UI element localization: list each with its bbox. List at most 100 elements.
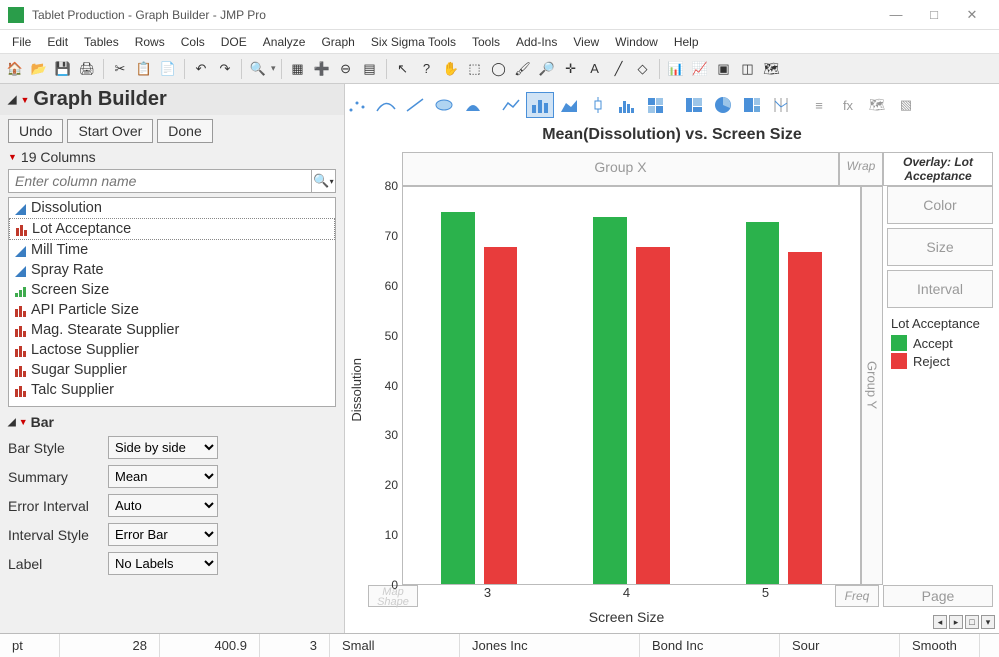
bar[interactable]: [484, 247, 518, 584]
bar-chart-icon[interactable]: [526, 92, 554, 118]
menu-help[interactable]: Help: [666, 32, 707, 52]
summary-select[interactable]: Mean: [108, 465, 218, 488]
collapse-icon[interactable]: ◢: [8, 417, 16, 428]
line-icon[interactable]: ╱: [608, 58, 630, 80]
scroll-left-icon[interactable]: ◂: [933, 615, 947, 629]
excl-icon[interactable]: ⊖: [335, 58, 357, 80]
pie-icon[interactable]: [709, 92, 737, 118]
scroll-box-icon[interactable]: □: [965, 615, 979, 629]
search-icon[interactable]: 🔍▾: [312, 169, 336, 193]
bar[interactable]: [788, 252, 822, 584]
menu-cols[interactable]: Cols: [173, 32, 213, 52]
bar[interactable]: [636, 247, 670, 584]
caption-icon[interactable]: ≡: [805, 92, 833, 118]
freq-zone[interactable]: Freq: [835, 585, 879, 607]
mag-icon[interactable]: 🔎: [536, 58, 558, 80]
text-icon[interactable]: A: [584, 58, 606, 80]
menu-tools[interactable]: Tools: [464, 32, 508, 52]
column-search-input[interactable]: [8, 169, 312, 193]
hand-icon[interactable]: ✋: [440, 58, 462, 80]
y-axis[interactable]: 01020304050607080: [368, 186, 402, 585]
maximize-button[interactable]: □: [915, 1, 953, 29]
interval-zone[interactable]: Interval: [887, 270, 993, 308]
menu-window[interactable]: Window: [607, 32, 666, 52]
scroll-menu-icon[interactable]: ▾: [981, 615, 995, 629]
column-item[interactable]: Dissolution: [9, 198, 335, 218]
error-interval-select[interactable]: Auto: [108, 494, 218, 517]
start-over-button[interactable]: Start Over: [67, 119, 153, 143]
label-select[interactable]: No Labels: [108, 552, 218, 575]
menu-file[interactable]: File: [4, 32, 39, 52]
mvg-icon[interactable]: ▣: [713, 58, 735, 80]
close-button[interactable]: ✕: [953, 1, 991, 29]
table-icon[interactable]: ▦: [287, 58, 309, 80]
x-axis-label[interactable]: Screen Size: [418, 607, 835, 627]
line-chart-icon[interactable]: [497, 92, 525, 118]
select-icon[interactable]: ⬚: [464, 58, 486, 80]
dist-icon[interactable]: 📊: [665, 58, 687, 80]
map-shapes-icon[interactable]: 🗺: [863, 92, 891, 118]
formula-icon[interactable]: fx: [834, 92, 862, 118]
grid-icon[interactable]: ▤: [359, 58, 381, 80]
interval-style-select[interactable]: Error Bar: [108, 523, 218, 546]
wrap-zone[interactable]: Wrap: [839, 152, 883, 186]
open-icon[interactable]: 📂: [28, 58, 50, 80]
overlay-zone[interactable]: Overlay: Lot Acceptance: [883, 152, 993, 186]
redo-icon[interactable]: ↷: [214, 58, 236, 80]
brush-icon[interactable]: 🖌: [512, 58, 534, 80]
menu-tables[interactable]: Tables: [76, 32, 127, 52]
column-list[interactable]: DissolutionLot AcceptanceMill TimeSpray …: [8, 197, 336, 407]
line-fit-icon[interactable]: [401, 92, 429, 118]
gb-icon[interactable]: ◫: [737, 58, 759, 80]
legend-item[interactable]: Accept: [891, 335, 989, 351]
column-item[interactable]: Talc Supplier: [9, 380, 335, 400]
menu-rows[interactable]: Rows: [127, 32, 173, 52]
bar[interactable]: [593, 217, 627, 584]
scroll-right-icon[interactable]: ▸: [949, 615, 963, 629]
copy-icon[interactable]: 📋: [133, 58, 155, 80]
add-icon[interactable]: ➕: [311, 58, 333, 80]
map-icon[interactable]: 🗺: [761, 58, 783, 80]
x-axis-ticks[interactable]: 345: [418, 585, 835, 605]
chart-title[interactable]: Mean(Dissolution) vs. Screen Size: [345, 122, 999, 152]
bar[interactable]: [441, 212, 475, 584]
bar-section-header[interactable]: ◢ ▼ Bar: [8, 411, 336, 433]
column-item[interactable]: Lactose Supplier: [9, 340, 335, 360]
heatmap-icon[interactable]: [642, 92, 670, 118]
paste-icon[interactable]: 📄: [157, 58, 179, 80]
column-item[interactable]: Mag. Stearate Supplier: [9, 320, 335, 340]
help-icon[interactable]: ?: [416, 58, 438, 80]
hist-icon[interactable]: [613, 92, 641, 118]
smoother-icon[interactable]: [372, 92, 400, 118]
shape-icon[interactable]: ◇: [632, 58, 654, 80]
y-axis-label[interactable]: Dissolution: [345, 358, 368, 422]
mosaic-icon[interactable]: [680, 92, 708, 118]
contour-icon[interactable]: [459, 92, 487, 118]
zoom-icon[interactable]: 🔍: [247, 58, 269, 80]
done-button[interactable]: Done: [157, 119, 212, 143]
red-triangle-icon[interactable]: ▼: [20, 95, 29, 105]
column-item[interactable]: Mill Time: [9, 240, 335, 260]
column-item[interactable]: API Particle Size: [9, 300, 335, 320]
menu-six-sigma-tools[interactable]: Six Sigma Tools: [363, 32, 464, 52]
minimize-button[interactable]: —: [877, 1, 915, 29]
undo-icon[interactable]: ↶: [190, 58, 212, 80]
legend-item[interactable]: Reject: [891, 353, 989, 369]
menu-view[interactable]: View: [565, 32, 607, 52]
legend[interactable]: Lot Acceptance AcceptReject: [887, 312, 993, 375]
fit-icon[interactable]: 📈: [689, 58, 711, 80]
group-y-zone[interactable]: Group Y: [861, 186, 883, 585]
column-item[interactable]: Lot Acceptance: [9, 218, 335, 240]
menu-doe[interactable]: DOE: [213, 32, 255, 52]
area-chart-icon[interactable]: [555, 92, 583, 118]
size-zone[interactable]: Size: [887, 228, 993, 266]
parallel-icon[interactable]: [767, 92, 795, 118]
column-item[interactable]: Screen Size: [9, 280, 335, 300]
color-zone[interactable]: Color: [887, 186, 993, 224]
cut-icon[interactable]: ✂: [109, 58, 131, 80]
bar-style-select[interactable]: Side by side: [108, 436, 218, 459]
bar[interactable]: [746, 222, 780, 584]
red-triangle-icon[interactable]: ▼: [8, 152, 17, 162]
home-icon[interactable]: 🏠: [4, 58, 26, 80]
ellipse-icon[interactable]: [430, 92, 458, 118]
